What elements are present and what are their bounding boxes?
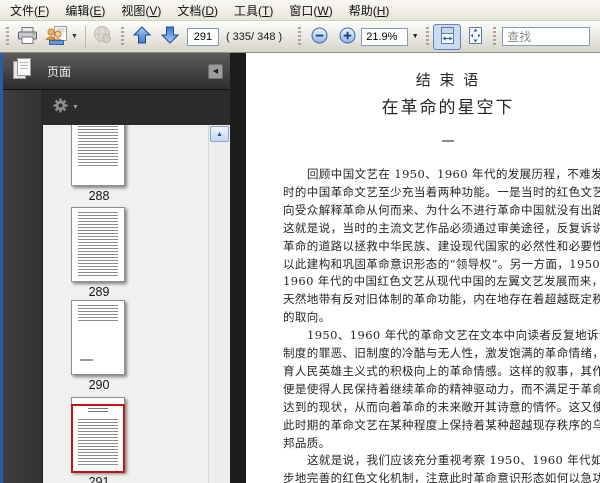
zoom-level-input[interactable] — [361, 27, 409, 46]
thumb-text-lines — [78, 125, 118, 167]
menu-item-e[interactable]: 编辑(E) — [57, 0, 113, 21]
toolbar-grip[interactable] — [493, 26, 497, 47]
toolbar-grip[interactable] — [120, 26, 124, 47]
next-page-button[interactable] — [156, 24, 184, 50]
document-line: 邦品质。 — [283, 435, 331, 450]
menu-item-f[interactable]: 文件(F) — [2, 0, 57, 21]
toolbar-grip[interactable] — [426, 26, 430, 47]
zoom-in-icon — [339, 27, 356, 47]
document-line: 天然地带有反对旧体制的革命功能，内在地存在着超越既定秩序 — [283, 292, 600, 307]
collapse-panel-button[interactable]: ◀ — [208, 63, 223, 79]
menu-item-d[interactable]: 文档(D) — [169, 0, 226, 21]
zoom-in-button[interactable] — [333, 24, 361, 50]
main-content: 页面 ◀ ▼ 288 289 290 291 ▲ 结 束 语 在革命的星空下 一 回顾… — [0, 53, 600, 483]
scroll-up-button[interactable]: ▲ — [210, 126, 229, 142]
fit-width-button[interactable] — [433, 23, 462, 50]
options-menu-button[interactable]: ▼ — [52, 97, 79, 119]
panel-options-row: ▼ — [43, 90, 230, 125]
page-count-label: ( 335/ 348 ) — [225, 30, 283, 43]
menu-item-t[interactable]: 工具(T) — [226, 0, 281, 21]
page-thumbnail-290[interactable] — [71, 300, 125, 375]
page-thumbnail-291[interactable] — [71, 397, 125, 473]
page-thumbnail-label: 290 — [88, 378, 110, 392]
fit-page-button[interactable] — [461, 24, 489, 50]
toolbar-separator — [84, 25, 86, 48]
dropdown-arrow-icon: ▼ — [72, 104, 79, 111]
thumbnail-list[interactable]: 288 289 290 291 ▲ — [43, 125, 230, 483]
document-line: 时的中国革命文艺至少充当着两种功能。一是当时的红色文艺要 — [283, 184, 600, 199]
document-line: 革命的道路以拯救中华民族、建设现代国家的必然性和必要性， — [283, 238, 600, 253]
document-line: 1960 年代的中国红色文艺从现代中国的左翼文艺发展而来，又 — [283, 274, 600, 289]
document-line: 回顾中国文艺在 1950、1960 年代的发展历程，不难发现，当 — [307, 167, 600, 181]
chapter-subtitle: 在革命的星空下 — [381, 98, 515, 118]
page-thumbnail-label: 289 — [88, 285, 110, 299]
thumb-text-lines — [80, 359, 93, 361]
thumb-text-lines — [78, 212, 118, 276]
review-globe-icon — [93, 26, 112, 47]
document-line: 1950、1960 年代的革命文艺在文本中向读者反复地诉说旧 — [307, 328, 600, 343]
thumbnail-scrollbar[interactable]: ▲ — [208, 125, 230, 483]
pages-icon[interactable] — [12, 57, 32, 86]
toolbar-grip[interactable] — [298, 26, 302, 47]
chapter-title: 结 束 语 — [415, 71, 481, 89]
fit-width-icon — [440, 26, 455, 47]
toolbar-grip[interactable] — [6, 26, 9, 47]
collaborate-button[interactable]: ▼ — [41, 24, 82, 50]
document-line: 达到的现状，从而向着革命的未来敞开其诗意的情怀。这又使得 — [283, 399, 600, 414]
thumbnail-item: 289 — [71, 207, 127, 299]
zoom-out-button[interactable] — [305, 24, 333, 50]
menu-item-h[interactable]: 帮助(H) — [341, 0, 398, 21]
page-number-input[interactable] — [186, 27, 219, 46]
arrow-up-icon — [132, 26, 152, 47]
pages-panel-header: 页面 ◀ — [3, 53, 230, 90]
document-line: 这就是说，当时的主流文艺作品必须通过审美途径，反复诉说走 — [283, 220, 600, 235]
thumbnail-item: 290 — [71, 300, 127, 392]
page-thumbnail-label: 288 — [88, 189, 110, 203]
thumbnail-item: 288 — [71, 125, 127, 203]
document-line: 这就是说，我们应该充分重视考察 1950、1960 年代如何逐 — [307, 453, 600, 468]
menu-item-v[interactable]: 视图(V) — [113, 0, 169, 21]
panel-divider[interactable] — [230, 53, 246, 483]
page-thumbnail-288[interactable] — [71, 125, 125, 186]
page-thumbnail-label: 291 — [88, 475, 110, 483]
viewport-indicator[interactable] — [71, 404, 125, 473]
document-line: 制度的罪恶、旧制度的冷酷与无人性，激发饱满的革命情绪，培 — [283, 346, 600, 360]
find-input[interactable] — [502, 27, 591, 46]
menu-bar: 文件(F) 编辑(E) 视图(V) 文档(D) 工具(T) 窗口(W) 帮助(H) — [0, 0, 600, 21]
toolbar: ▼ ( 335/ 348 ) ▼ — [0, 21, 600, 53]
page-thumbnail-289[interactable] — [71, 207, 125, 282]
fit-page-icon — [468, 26, 483, 47]
panel-title: 页面 — [47, 64, 72, 79]
document-line: 以此建构和巩固革命意识形态的“领导权”。另一方面，1950、 — [283, 256, 600, 271]
thumbnail-item: 291 — [71, 397, 127, 483]
zoom-out-icon — [311, 27, 328, 47]
navigation-icon-strip — [3, 90, 43, 483]
print-button[interactable] — [13, 24, 41, 50]
section-marker: 一 — [441, 135, 455, 150]
document-line: 向受众解释革命从何而来、为什么不进行革命中国就没有出路。 — [283, 202, 600, 217]
document-line: 步地完善的红色文化机制，注意此时革命意识形态如何以急功近 — [283, 471, 600, 483]
dropdown-arrow-icon: ▼ — [71, 33, 78, 40]
gear-icon — [52, 97, 69, 119]
review-button — [89, 24, 117, 50]
document-line: 育人民英雄主义式的积极向上的革命情感。这样的叙事，其作用 — [283, 363, 600, 378]
document-page[interactable]: 结 束 语 在革命的星空下 一 回顾中国文艺在 1950、1960 年代的发展历… — [246, 53, 600, 483]
collaborate-icon — [45, 25, 68, 48]
print-icon — [17, 26, 37, 47]
document-line: 此时期的革命文艺在某种程度上保持着某种超越现存秩序的乌托 — [283, 417, 600, 432]
document-line: 的取向。 — [283, 310, 331, 325]
previous-page-button[interactable] — [128, 24, 156, 50]
menu-item-w[interactable]: 窗口(W) — [281, 0, 340, 21]
zoom-dropdown-button[interactable]: ▼ — [408, 28, 422, 46]
arrow-down-icon — [160, 26, 180, 47]
document-line: 便是使得人民保持着继续革命的精神驱动力，而不满足于革命所 — [283, 381, 600, 396]
thumb-text-lines — [78, 305, 118, 321]
